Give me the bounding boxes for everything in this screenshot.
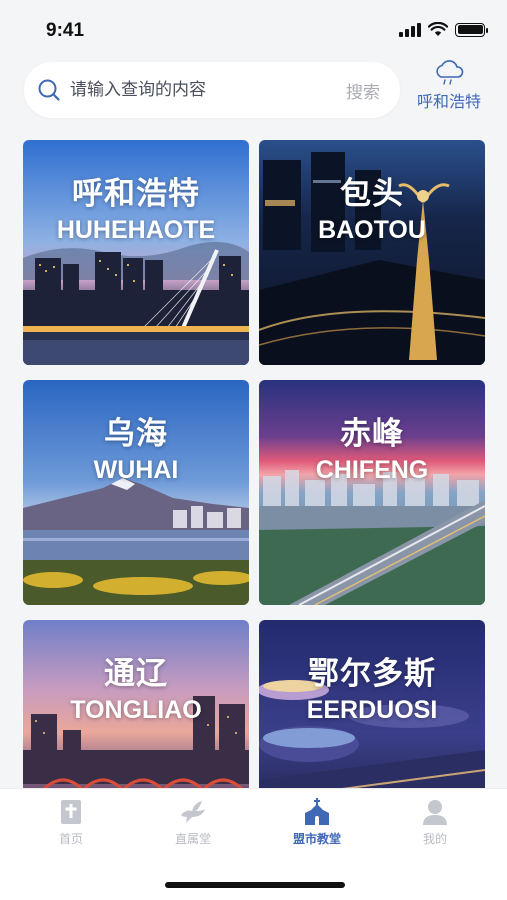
tab-city-church[interactable]: 盟市教堂 (267, 797, 367, 847)
city-name-en: BAOTOU (318, 216, 426, 244)
tab-label: 我的 (422, 832, 447, 846)
city-card-baotou[interactable]: 包头 BAOTOU (259, 140, 485, 365)
city-grid: 呼和浩特 HUHEHAOTE 包头 BAOTOU 乌海 WUHAI 赤峰 CHI… (23, 140, 485, 788)
tab-direct-church[interactable]: 直属堂 (143, 797, 243, 847)
tab-label: 盟市教堂 (292, 832, 341, 846)
tab-label: 直属堂 (174, 832, 211, 846)
user-icon (423, 800, 447, 825)
church-icon (305, 798, 329, 825)
wifi-icon (428, 22, 448, 36)
bible-icon (61, 800, 81, 824)
signal-icon (399, 22, 421, 37)
city-name-en: WUHAI (93, 456, 179, 484)
tab-label: 首页 (58, 832, 83, 846)
search-bar[interactable]: 搜索 (24, 62, 400, 118)
status-icons (399, 22, 488, 37)
city-name-en: HUHEHAOTE (56, 216, 216, 244)
city-name-en: EERDUOSI (306, 696, 438, 724)
city-card-chifeng[interactable]: 赤峰 CHIFENG (259, 380, 485, 605)
city-card-eerduosi[interactable]: 鄂尔多斯 EERDUOSI (259, 620, 485, 788)
city-name-cn: 通辽 (104, 656, 168, 692)
status-time: 9:41 (46, 20, 85, 41)
city-card-tongliao[interactable]: 通辽 TONGLIAO (23, 620, 249, 788)
search-icon (38, 79, 60, 101)
city-name-cn: 包头 (340, 176, 404, 212)
city-label: 呼和浩特 (416, 92, 481, 111)
search-input[interactable] (70, 76, 320, 104)
home-indicator (165, 882, 345, 888)
tab-home[interactable]: 首页 (21, 797, 121, 847)
city-name-cn: 鄂尔多斯 (308, 656, 436, 692)
city-name-cn: 呼和浩特 (72, 176, 200, 212)
city-name-en: CHIFENG (315, 456, 429, 484)
status-bar: 9:41 (0, 0, 507, 60)
city-name-en: TONGLIAO (70, 696, 202, 724)
dove-icon (181, 801, 205, 823)
city-card-wuhai[interactable]: 乌海 WUHAI (23, 380, 249, 605)
battery-icon (455, 22, 488, 37)
city-card-huhehaote[interactable]: 呼和浩特 HUHEHAOTE (23, 140, 249, 365)
cloud-icon (436, 60, 464, 85)
city-name-cn: 赤峰 (340, 416, 404, 452)
search-button[interactable]: 搜索 (346, 78, 380, 103)
tab-profile[interactable]: 我的 (385, 797, 485, 847)
city-name-cn: 乌海 (104, 416, 168, 452)
city-picker[interactable]: 呼和浩特 (408, 60, 490, 120)
